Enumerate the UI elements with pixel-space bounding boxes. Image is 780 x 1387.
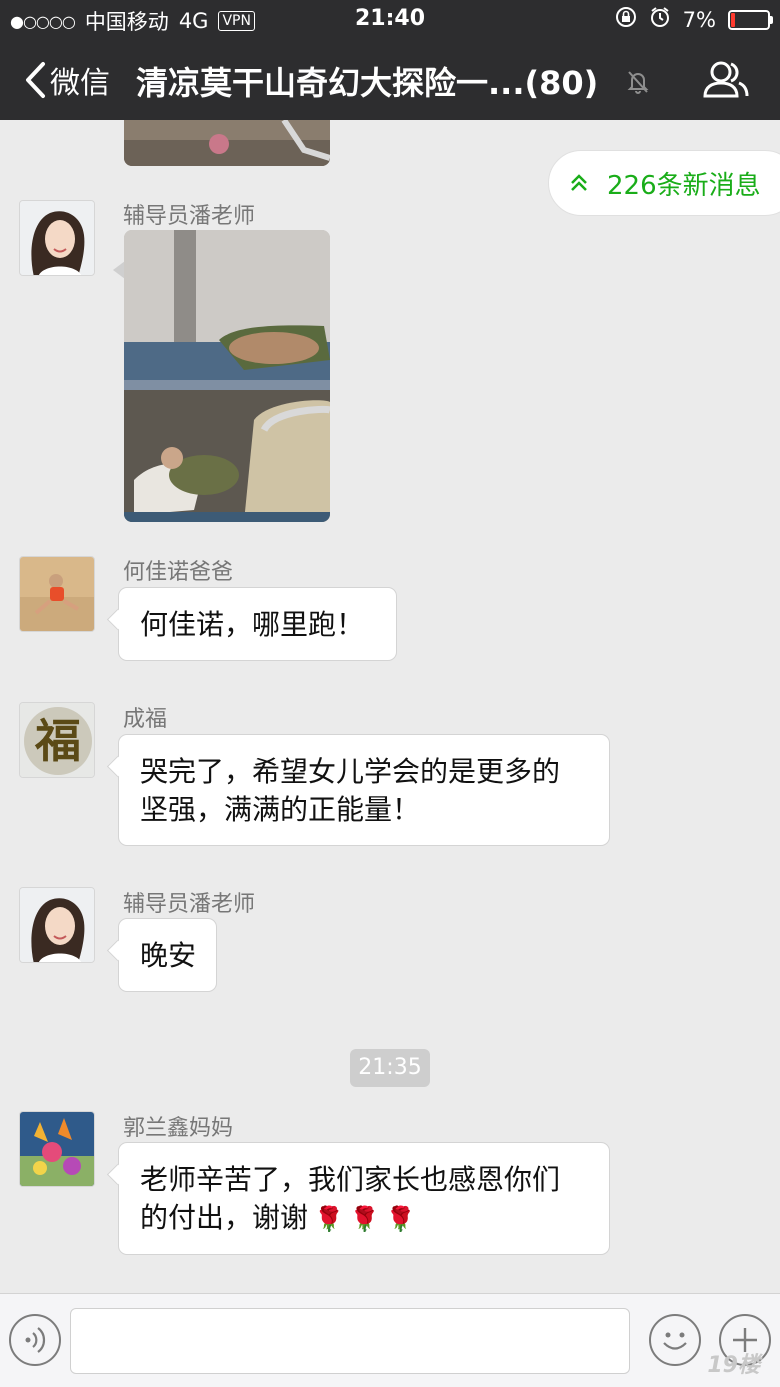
- message-text-line: 的付出，谢谢: [140, 1201, 309, 1234]
- chat-title: 清凉莫干山奇幻大探险一...(80): [136, 64, 599, 102]
- avatar[interactable]: 福: [19, 702, 95, 778]
- message-bubble[interactable]: 何佳诺，哪里跑！: [118, 587, 397, 661]
- top-bar: ●○○○○ 中国移动 4G VPN 21:40 7% 微信 清凉莫干山奇幻大探险…: [0, 0, 780, 120]
- sender-name: 辅导员潘老师: [123, 892, 256, 917]
- alarm-clock-icon: [649, 6, 671, 33]
- mute-icon: [627, 70, 649, 98]
- avatar[interactable]: [19, 200, 95, 276]
- new-messages-label: 226条新消息: [607, 170, 761, 201]
- voice-wave-icon: [25, 1327, 46, 1353]
- rotation-lock-icon: [615, 6, 637, 33]
- message-text: 何佳诺，哪里跑！: [140, 608, 365, 641]
- site-watermark: 19楼: [707, 1353, 760, 1378]
- rose-emoji-icon: 🌹: [385, 1205, 416, 1233]
- message-text-line: 哭完了，希望女儿学会的是更多的: [140, 755, 561, 788]
- voice-button[interactable]: [9, 1314, 61, 1366]
- input-bar: 19楼: [0, 1293, 780, 1387]
- group-members-icon[interactable]: [703, 60, 749, 104]
- avatar[interactable]: [19, 887, 95, 963]
- avatar[interactable]: [19, 1111, 95, 1187]
- nav-bar: 微信 清凉莫干山奇幻大探险一...(80): [0, 40, 780, 120]
- message-bubble[interactable]: 哭完了，希望女儿学会的是更多的 坚强，满满的正能量！: [118, 734, 610, 846]
- time-divider: 21:35: [350, 1049, 430, 1087]
- avatar-fu-char: 福: [34, 714, 81, 768]
- back-button[interactable]: 微信: [24, 58, 110, 102]
- message-text: 晚安: [140, 939, 197, 972]
- sender-name: 辅导员潘老师: [123, 204, 256, 229]
- double-chevron-up-icon: [571, 174, 587, 191]
- message-bubble[interactable]: 晚安: [118, 918, 217, 992]
- message-input[interactable]: [70, 1308, 630, 1374]
- chat-area[interactable]: 226条新消息 辅导员潘老师 何佳诺爸爸 何佳诺，哪里跑！ 福 成福 哭完了，希…: [0, 120, 780, 1293]
- message-text-line: 坚强，满满的正能量！: [140, 793, 421, 826]
- chevron-left-icon: [26, 62, 45, 98]
- battery-percent: 7%: [682, 7, 716, 32]
- message-bubble[interactable]: 老师辛苦了，我们家长也感恩你们 的付出，谢谢 🌹 🌹 🌹: [118, 1142, 610, 1255]
- new-messages-button[interactable]: 226条新消息: [548, 150, 780, 216]
- sender-name: 何佳诺爸爸: [123, 560, 234, 585]
- status-bar: ●○○○○ 中国移动 4G VPN 21:40 7%: [0, 0, 780, 40]
- emoji-button[interactable]: [649, 1314, 701, 1366]
- avatar[interactable]: [19, 556, 95, 632]
- sender-name: 郭兰鑫妈妈: [123, 1116, 234, 1141]
- battery-icon: [728, 9, 773, 30]
- chat-image-partial[interactable]: [124, 120, 330, 166]
- back-label: 微信: [50, 66, 110, 101]
- message-text-line: 老师辛苦了，我们家长也感恩你们: [140, 1163, 561, 1196]
- smiley-icon: [663, 1332, 687, 1350]
- rose-emoji-icon: 🌹: [314, 1205, 344, 1233]
- chat-image[interactable]: [124, 230, 330, 522]
- rose-emoji-icon: 🌹: [349, 1205, 380, 1233]
- sender-name: 成福: [123, 707, 168, 732]
